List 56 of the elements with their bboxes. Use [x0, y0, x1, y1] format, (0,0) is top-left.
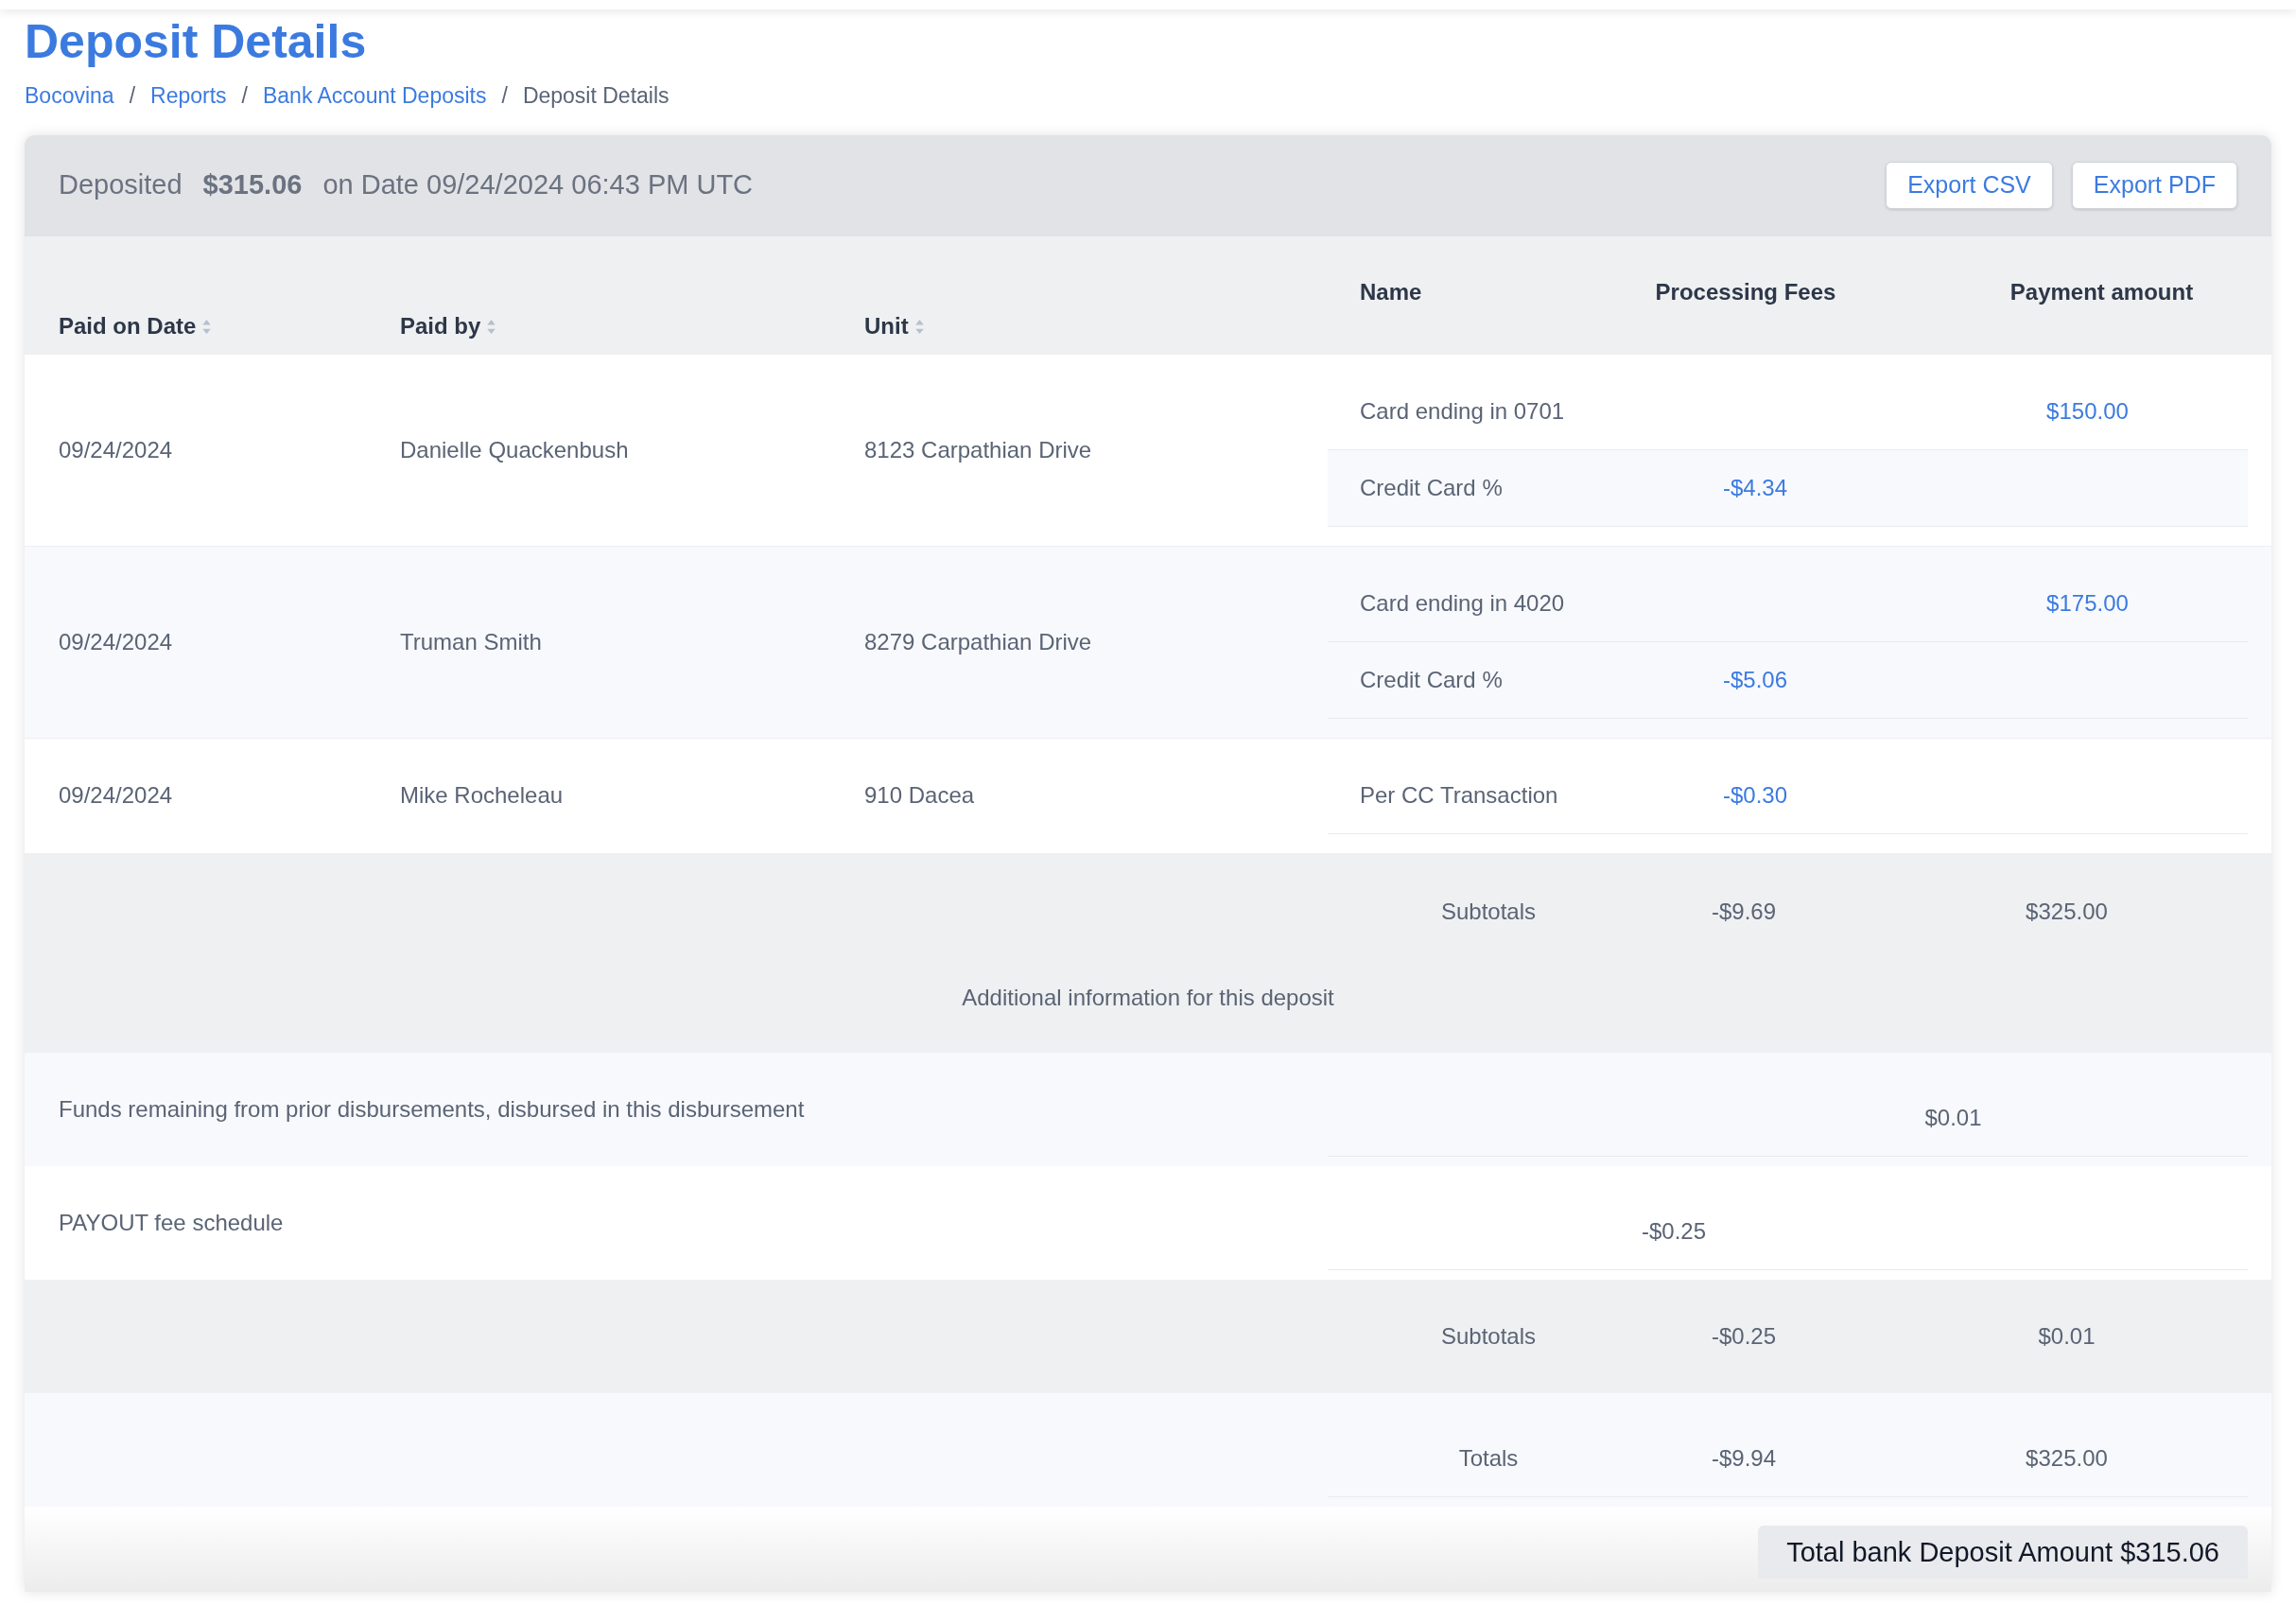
breadcrumb-link[interactable]: Bocovina	[25, 79, 114, 113]
breadcrumb-separator: /	[241, 82, 248, 110]
fee-amount: -$0.25	[1641, 1217, 1706, 1246]
line-name: Card ending in 0701	[1360, 397, 1565, 424]
info-label: Funds remaining from prior disbursements, disbursed in this disbursement	[59, 1095, 805, 1122]
table-cell: 09/24/2024	[59, 782, 173, 808]
column-header: Processing Fees	[1655, 277, 1836, 306]
payment-amount: $150.00	[2046, 396, 2129, 426]
column-header[interactable]: Paid on Date	[59, 309, 213, 343]
payment-amount: $0.01	[1924, 1104, 1982, 1132]
breadcrumb-current: Deposit Details	[522, 82, 670, 110]
fee-amount: -$0.30	[1722, 780, 1788, 810]
breadcrumb-link[interactable]: Reports	[150, 79, 227, 113]
amount-total: $0.01	[2038, 1321, 2096, 1351]
amount-total: $325.00	[2026, 897, 2108, 926]
breadcrumb-link[interactable]: Bank Account Deposits	[262, 79, 487, 113]
table-cell: 8279 Carpathian Drive	[864, 628, 1092, 655]
line-name: Per CC Transaction	[1360, 781, 1558, 808]
breadcrumb-separator: /	[129, 82, 135, 110]
fee-total: -$9.94	[1711, 1444, 1777, 1473]
table-cell: Truman Smith	[400, 628, 542, 655]
amount-total: $325.00	[2026, 1444, 2108, 1473]
fee-total: -$9.69	[1711, 897, 1777, 926]
sort-icon[interactable]	[486, 318, 497, 335]
column-header: Name	[1360, 277, 1422, 306]
total-label: Totals	[1458, 1444, 1519, 1473]
total-label: Subtotals	[1440, 1321, 1537, 1351]
breadcrumb-separator: /	[501, 82, 508, 110]
deposited-label: Deposited	[59, 168, 183, 202]
table-cell: Danielle Quackenbush	[400, 436, 629, 463]
line-name: Card ending in 4020	[1360, 589, 1565, 616]
table-cell: 8123 Carpathian Drive	[864, 436, 1092, 463]
table-cell: 09/24/2024	[59, 628, 173, 655]
deposit-date: on Date 09/24/2024 06:43 PM UTC	[322, 168, 754, 202]
table-cell: 910 Dacea	[864, 782, 975, 808]
info-label: PAYOUT fee schedule	[59, 1209, 284, 1235]
total-label: Subtotals	[1440, 897, 1537, 926]
export-button[interactable]: Export CSV	[1886, 162, 2053, 209]
column-header[interactable]: Paid by	[400, 309, 497, 343]
table-cell: 09/24/2024	[59, 436, 173, 463]
fee-amount: -$5.06	[1722, 665, 1788, 694]
column-header: Payment amount	[2009, 277, 2194, 306]
sort-icon[interactable]	[201, 318, 213, 335]
section-heading: Additional information for this deposit	[962, 983, 1334, 1012]
page-title: Deposit Details	[25, 14, 368, 70]
deposit-amount: $315.06	[202, 168, 303, 202]
export-button[interactable]: Export PDF	[2071, 162, 2237, 209]
column-header[interactable]: Unit	[864, 309, 925, 343]
line-name: Credit Card %	[1360, 474, 1503, 500]
fee-total: -$0.25	[1711, 1321, 1777, 1351]
line-name: Credit Card %	[1360, 666, 1503, 692]
payment-amount: $175.00	[2046, 588, 2129, 618]
total-deposit-label: Total bank Deposit Amount $315.06	[1758, 1525, 2248, 1579]
table-cell: Mike Rocheleau	[400, 782, 564, 808]
fee-amount: -$4.34	[1722, 473, 1788, 502]
sort-icon[interactable]	[913, 318, 925, 335]
